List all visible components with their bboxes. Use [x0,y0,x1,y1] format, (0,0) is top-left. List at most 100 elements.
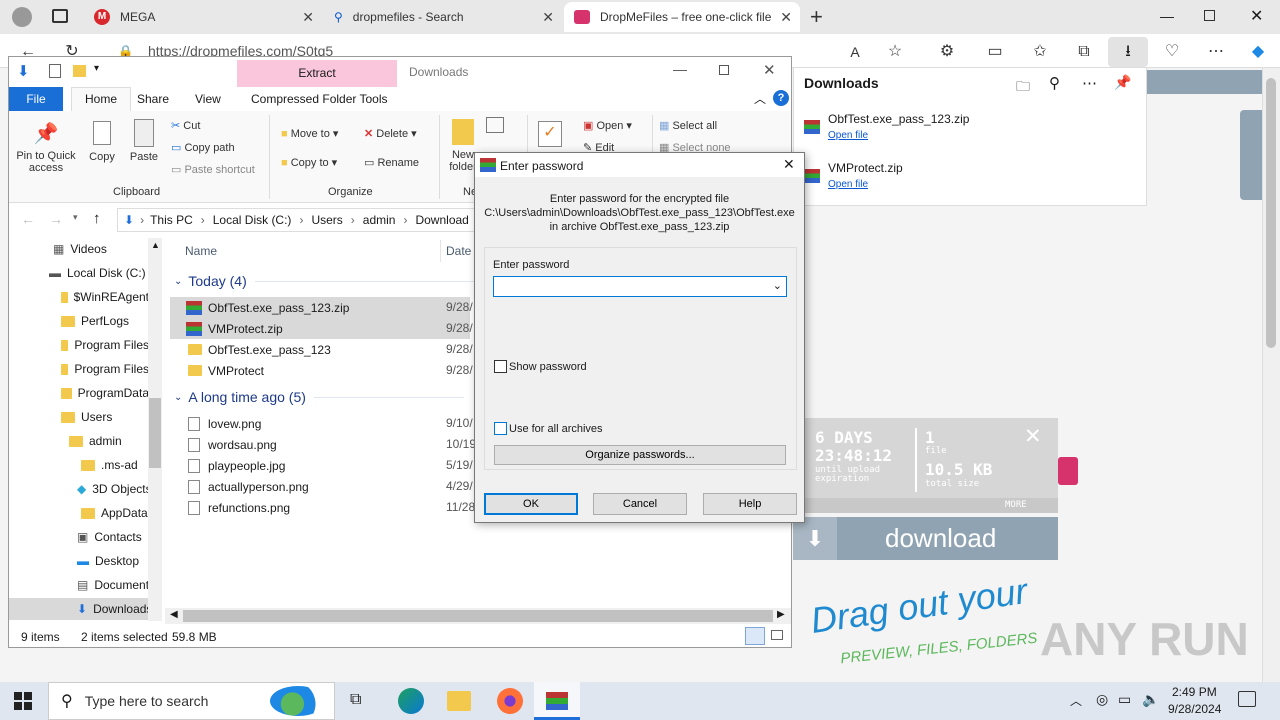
tree-item[interactable]: Program Files [9,334,149,356]
open-folder-icon[interactable]: 🗀 [1016,76,1030,100]
forward-icon[interactable]: → [49,211,63,227]
properties-icon[interactable] [49,64,61,78]
help-button[interactable]: Help [703,493,797,515]
paste-button[interactable]: Paste [127,119,161,163]
close-icon[interactable]: ✕ [763,61,776,79]
collections-icon[interactable]: ⧉ [1074,42,1094,62]
clock-date[interactable]: 9/28/2024 [1168,702,1221,716]
edge-icon[interactable] [398,688,424,714]
select-all-button[interactable]: ▦ Select all [659,119,717,132]
copy-button[interactable]: Copy [85,121,119,163]
more-link[interactable]: MORE [1005,500,1027,510]
side-feedback-icon[interactable] [1240,110,1262,200]
tab-dropmefiles[interactable]: DropMeFiles – free one-click file ✕ [564,2,800,32]
minimize-icon[interactable]: — [673,61,687,77]
tree-item[interactable]: ProgramData [9,382,149,404]
close-tab-icon[interactable]: ✕ [780,9,792,26]
column-name[interactable]: Name [185,244,217,258]
tree-item[interactable]: ▦ Videos [9,238,149,260]
tree-item[interactable]: .ms-ad [9,454,149,476]
breadcrumb[interactable]: ⬇ › This PC › Local Disk (C:) › Users › … [117,208,477,232]
back-icon[interactable]: ← [21,211,35,227]
download-item[interactable]: ObfTest.exe_pass_123.zip Open file [804,112,1134,152]
download-item[interactable]: VMProtect.zip Open file [804,161,1134,201]
file-row[interactable]: ObfTest.exe_pass_123 [170,339,470,360]
new-item-icon[interactable] [486,117,504,133]
notification-icon[interactable] [1238,691,1256,707]
tiles-view-icon[interactable] [771,630,783,640]
page-scrollbar[interactable] [1262,68,1280,682]
scroll-thumb[interactable] [183,610,773,622]
open-file-link[interactable]: Open file [828,130,868,141]
tree-item[interactable]: PerfLogs [9,310,149,332]
profile-icon[interactable] [12,7,32,27]
chevron-up-icon[interactable]: ︿ [1070,692,1082,709]
new-folder-icon[interactable] [73,65,86,77]
read-aloud-icon[interactable]: A [845,42,865,62]
tab-file[interactable]: File [9,87,63,111]
group-header-today[interactable]: ⌄ Today (4) [174,273,485,289]
move-to-button[interactable]: ■ Move to ▾ [281,127,338,140]
tree-item[interactable]: ⬇ Downloads [9,598,149,620]
tab-mega[interactable]: M MEGA ✕ [84,2,322,32]
organize-passwords-button[interactable]: Organize passwords... [494,445,786,465]
file-explorer-icon[interactable] [447,691,471,711]
tree-scrollbar[interactable]: ▲ [148,238,162,621]
copilot-icon[interactable]: ◆ [1248,42,1268,62]
tab-view[interactable]: View [195,92,221,106]
file-row[interactable]: wordsau.png [170,434,470,455]
rename-button[interactable]: ▭ Rename [364,156,419,169]
close-tab-icon[interactable]: ✕ [302,9,314,26]
details-view-icon[interactable] [745,627,765,645]
close-icon[interactable]: ✕ [1250,6,1263,26]
pin-icon[interactable]: 📌 [1114,74,1131,91]
column-date[interactable]: Date [446,244,471,258]
file-row[interactable]: actuallyperson.png [170,476,470,497]
group-header-old[interactable]: ⌄ A long time ago (5) [174,389,464,405]
new-tab-icon[interactable]: + [810,4,823,30]
search-icon[interactable]: ⚲ [1049,74,1060,92]
file-row[interactable]: refunctions.png [170,497,470,518]
open-button[interactable]: ▣ Open ▾ [583,119,632,132]
customize-qat-icon[interactable]: ▾ [94,63,99,74]
help-icon[interactable]: ? [773,90,789,106]
favorite-icon[interactable]: ☆ [885,42,905,62]
scroll-up-icon[interactable]: ▲ [151,240,160,250]
tree-item[interactable]: ▬ Desktop [9,550,149,572]
restore-icon[interactable] [1204,10,1215,21]
context-tab-extract[interactable]: Extract [237,60,397,87]
tree-item[interactable]: Program Files [9,358,149,380]
more-icon[interactable]: ⋯ [1082,74,1097,92]
scroll-thumb[interactable] [149,398,161,468]
split-screen-icon[interactable]: ▭ [985,42,1005,62]
tree-item[interactable]: ▤ Documents [9,574,149,596]
up-icon[interactable]: ↑ [93,210,101,227]
more-icon[interactable]: ⋯ [1206,42,1226,62]
password-input[interactable]: ⌄ [493,276,787,297]
open-file-link[interactable]: Open file [828,179,868,190]
breadcrumb-item[interactable]: Users [311,213,342,227]
file-row[interactable]: lovew.png [170,413,470,434]
taskbar-search[interactable]: ⚲ Type here to search [48,682,335,720]
tab-search[interactable]: ⚲ dropmefiles - Search ✕ [324,2,562,32]
downloads-button[interactable]: ⭳ [1108,37,1148,67]
breadcrumb-item[interactable]: Download [415,213,468,227]
delete-button[interactable]: ✕ Delete ▾ [364,127,417,140]
tab-compressed-tools[interactable]: Compressed Folder Tools [251,92,388,106]
breadcrumb-item[interactable]: admin [363,213,396,227]
performance-icon[interactable]: ♡ [1162,42,1182,62]
close-icon[interactable]: ✕ [783,156,795,173]
close-tab-icon[interactable]: ✕ [542,9,554,26]
breadcrumb-item[interactable]: This PC [150,213,193,227]
scroll-left-icon[interactable]: ◀ [170,609,178,620]
task-view-icon[interactable]: ⧉ [350,691,361,709]
tree-item[interactable]: ▬ Local Disk (C:) [9,262,149,284]
file-row[interactable]: ObfTest.exe_pass_123.zip [170,297,470,318]
tree-item[interactable]: AppData [9,502,149,524]
scroll-thumb[interactable] [1266,78,1276,348]
breadcrumb-item[interactable]: Local Disk (C:) [213,213,292,227]
tree-item[interactable]: ▣ Contacts [9,526,149,548]
file-row[interactable]: VMProtect.zip [170,318,470,339]
meet-icon[interactable]: ◎ [1096,691,1108,708]
download-button[interactable]: ⬇ download [793,517,1058,560]
